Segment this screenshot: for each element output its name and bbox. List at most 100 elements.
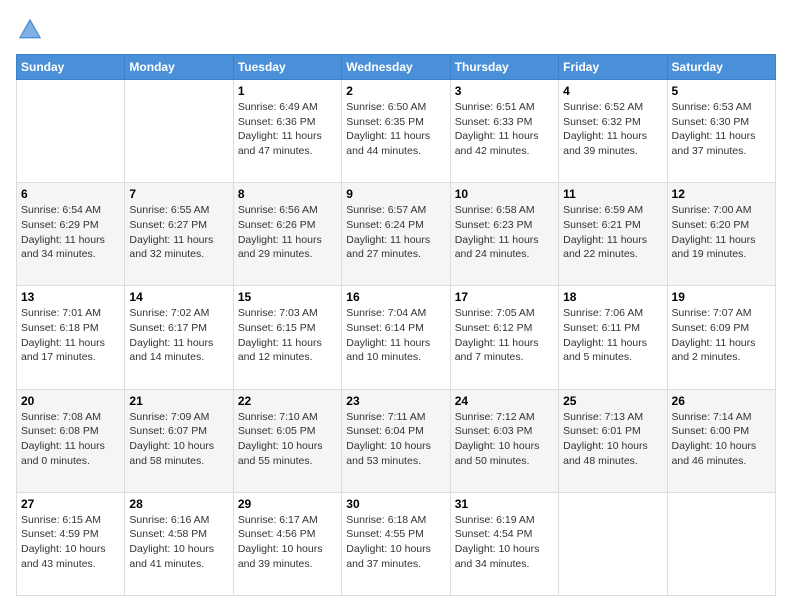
header-row: SundayMondayTuesdayWednesdayThursdayFrid… [17, 55, 776, 80]
day-info: Sunrise: 7:04 AMSunset: 6:14 PMDaylight:… [346, 306, 445, 365]
day-info: Sunrise: 6:59 AMSunset: 6:21 PMDaylight:… [563, 203, 662, 262]
day-info: Sunrise: 6:54 AMSunset: 6:29 PMDaylight:… [21, 203, 120, 262]
day-cell: 15 Sunrise: 7:03 AMSunset: 6:15 PMDayligh… [233, 286, 341, 389]
day-cell: 24 Sunrise: 7:12 AMSunset: 6:03 PMDayligh… [450, 389, 558, 492]
day-cell: 5 Sunrise: 6:53 AMSunset: 6:30 PMDaylight… [667, 80, 775, 183]
week-row-5: 27 Sunrise: 6:15 AMSunset: 4:59 PMDayligh… [17, 492, 776, 595]
week-row-4: 20Sunrise: 7:08 AMSunset: 6:08 PMDayligh… [17, 389, 776, 492]
day-cell: 25 Sunrise: 7:13 AMSunset: 6:01 PMDayligh… [559, 389, 667, 492]
day-cell: 10Sunrise: 6:58 AMSunset: 6:23 PMDayligh… [450, 183, 558, 286]
day-number: 21 [129, 394, 228, 408]
day-info: Sunrise: 7:13 AMSunset: 6:01 PMDaylight:… [563, 410, 662, 469]
day-number: 14 [129, 290, 228, 304]
day-number: 13 [21, 290, 120, 304]
day-cell: 6 Sunrise: 6:54 AMSunset: 6:29 PMDaylight… [17, 183, 125, 286]
day-info: Sunrise: 7:12 AMSunset: 6:03 PMDaylight:… [455, 410, 554, 469]
day-number: 29 [238, 497, 337, 511]
day-number: 3 [455, 84, 554, 98]
day-info: Sunrise: 7:00 AMSunset: 6:20 PMDaylight:… [672, 203, 771, 262]
day-cell [17, 80, 125, 183]
day-cell: 13 Sunrise: 7:01 AMSunset: 6:18 PMDayligh… [17, 286, 125, 389]
day-info: Sunrise: 6:18 AMSunset: 4:55 PMDaylight:… [346, 513, 445, 572]
day-cell: 28 Sunrise: 6:16 AMSunset: 4:58 PMDayligh… [125, 492, 233, 595]
day-info: Sunrise: 6:17 AMSunset: 4:56 PMDaylight:… [238, 513, 337, 572]
day-cell: 4 Sunrise: 6:52 AMSunset: 6:32 PMDaylight… [559, 80, 667, 183]
day-number: 31 [455, 497, 554, 511]
col-header-friday: Friday [559, 55, 667, 80]
week-row-1: 1 Sunrise: 6:49 AMSunset: 6:36 PMDaylight… [17, 80, 776, 183]
day-number: 28 [129, 497, 228, 511]
day-cell: 12 Sunrise: 7:00 AMSunset: 6:20 PMDayligh… [667, 183, 775, 286]
col-header-sunday: Sunday [17, 55, 125, 80]
page: SundayMondayTuesdayWednesdayThursdayFrid… [0, 0, 792, 612]
day-cell: 1 Sunrise: 6:49 AMSunset: 6:36 PMDaylight… [233, 80, 341, 183]
day-info: Sunrise: 7:06 AMSunset: 6:11 PMDaylight:… [563, 306, 662, 365]
day-number: 27 [21, 497, 120, 511]
day-info: Sunrise: 6:19 AMSunset: 4:54 PMDaylight:… [455, 513, 554, 572]
day-cell [559, 492, 667, 595]
day-cell [125, 80, 233, 183]
day-number: 7 [129, 187, 228, 201]
day-number: 15 [238, 290, 337, 304]
day-number: 6 [21, 187, 120, 201]
day-number: 1 [238, 84, 337, 98]
day-info: Sunrise: 6:49 AMSunset: 6:36 PMDaylight:… [238, 100, 337, 159]
day-cell [667, 492, 775, 595]
day-info: Sunrise: 7:14 AMSunset: 6:00 PMDaylight:… [672, 410, 771, 469]
day-cell: 19 Sunrise: 7:07 AMSunset: 6:09 PMDayligh… [667, 286, 775, 389]
day-number: 10 [455, 187, 554, 201]
logo-icon [16, 16, 44, 44]
header [16, 16, 776, 44]
day-info: Sunrise: 7:09 AMSunset: 6:07 PMDaylight:… [129, 410, 228, 469]
day-cell: 17 Sunrise: 7:05 AMSunset: 6:12 PMDayligh… [450, 286, 558, 389]
day-info: Sunrise: 7:11 AMSunset: 6:04 PMDaylight:… [346, 410, 445, 469]
day-cell: 8 Sunrise: 6:56 AMSunset: 6:26 PMDaylight… [233, 183, 341, 286]
day-cell: 22 Sunrise: 7:10 AMSunset: 6:05 PMDayligh… [233, 389, 341, 492]
day-info: Sunrise: 7:01 AMSunset: 6:18 PMDaylight:… [21, 306, 120, 365]
day-number: 9 [346, 187, 445, 201]
day-cell: 16 Sunrise: 7:04 AMSunset: 6:14 PMDayligh… [342, 286, 450, 389]
day-number: 5 [672, 84, 771, 98]
day-number: 17 [455, 290, 554, 304]
col-header-monday: Monday [125, 55, 233, 80]
calendar-table: SundayMondayTuesdayWednesdayThursdayFrid… [16, 54, 776, 596]
day-info: Sunrise: 6:51 AMSunset: 6:33 PMDaylight:… [455, 100, 554, 159]
day-number: 24 [455, 394, 554, 408]
day-cell: 18 Sunrise: 7:06 AMSunset: 6:11 PMDayligh… [559, 286, 667, 389]
day-info: Sunrise: 6:53 AMSunset: 6:30 PMDaylight:… [672, 100, 771, 159]
day-number: 2 [346, 84, 445, 98]
day-info: Sunrise: 6:56 AMSunset: 6:26 PMDaylight:… [238, 203, 337, 262]
day-cell: 27 Sunrise: 6:15 AMSunset: 4:59 PMDayligh… [17, 492, 125, 595]
day-info: Sunrise: 7:03 AMSunset: 6:15 PMDaylight:… [238, 306, 337, 365]
day-cell: 20Sunrise: 7:08 AMSunset: 6:08 PMDayligh… [17, 389, 125, 492]
day-number: 4 [563, 84, 662, 98]
day-cell: 3 Sunrise: 6:51 AMSunset: 6:33 PMDaylight… [450, 80, 558, 183]
day-info: Sunrise: 6:16 AMSunset: 4:58 PMDaylight:… [129, 513, 228, 572]
day-number: 8 [238, 187, 337, 201]
day-cell: 2Sunrise: 6:50 AMSunset: 6:35 PMDaylight… [342, 80, 450, 183]
day-cell: 29 Sunrise: 6:17 AMSunset: 4:56 PMDayligh… [233, 492, 341, 595]
logo [16, 16, 48, 44]
day-number: 11 [563, 187, 662, 201]
day-number: 16 [346, 290, 445, 304]
col-header-thursday: Thursday [450, 55, 558, 80]
day-number: 23 [346, 394, 445, 408]
day-cell: 30Sunrise: 6:18 AMSunset: 4:55 PMDayligh… [342, 492, 450, 595]
day-number: 19 [672, 290, 771, 304]
day-info: Sunrise: 6:52 AMSunset: 6:32 PMDaylight:… [563, 100, 662, 159]
col-header-wednesday: Wednesday [342, 55, 450, 80]
day-info: Sunrise: 7:08 AMSunset: 6:08 PMDaylight:… [21, 410, 120, 469]
day-info: Sunrise: 6:57 AMSunset: 6:24 PMDaylight:… [346, 203, 445, 262]
day-number: 22 [238, 394, 337, 408]
day-info: Sunrise: 6:15 AMSunset: 4:59 PMDaylight:… [21, 513, 120, 572]
day-number: 25 [563, 394, 662, 408]
day-number: 18 [563, 290, 662, 304]
day-number: 12 [672, 187, 771, 201]
day-info: Sunrise: 6:55 AMSunset: 6:27 PMDaylight:… [129, 203, 228, 262]
day-info: Sunrise: 7:05 AMSunset: 6:12 PMDaylight:… [455, 306, 554, 365]
day-info: Sunrise: 7:07 AMSunset: 6:09 PMDaylight:… [672, 306, 771, 365]
col-header-tuesday: Tuesday [233, 55, 341, 80]
day-cell: 9 Sunrise: 6:57 AMSunset: 6:24 PMDaylight… [342, 183, 450, 286]
day-cell: 7 Sunrise: 6:55 AMSunset: 6:27 PMDaylight… [125, 183, 233, 286]
day-info: Sunrise: 7:10 AMSunset: 6:05 PMDaylight:… [238, 410, 337, 469]
